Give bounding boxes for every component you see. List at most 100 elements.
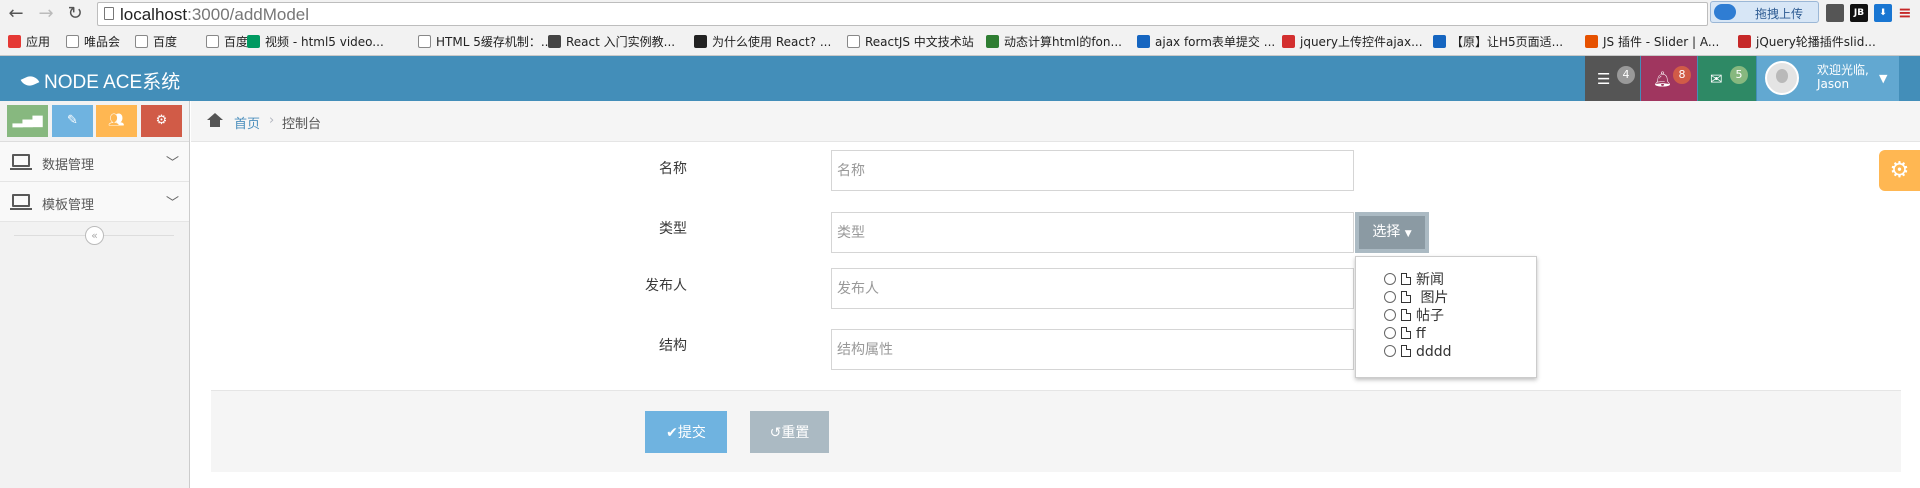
back-icon[interactable]: ←: [4, 2, 28, 26]
type-option-label: 新闻: [1416, 272, 1444, 288]
bookmark-item[interactable]: JS 插件 - Slider | A...: [1585, 33, 1719, 51]
brand-logo[interactable]: NODE ACE系统: [20, 67, 181, 94]
bookmark-item[interactable]: 百度: [206, 33, 248, 51]
user-menu-button[interactable]: 欢迎光临, Jason ▼: [1757, 56, 1899, 101]
settings-toggle-button[interactable]: ⚙: [1879, 150, 1920, 191]
extension-jb-label: JB: [1853, 8, 1865, 18]
choose-label: 选择: [1372, 224, 1401, 240]
sidebar-item-data-management[interactable]: 数据管理 ﹀: [0, 142, 189, 182]
bookmark-item[interactable]: React 入门实例教...: [548, 33, 675, 51]
caret-down-icon: ▼: [1404, 229, 1412, 239]
bookmark-item[interactable]: 为什么使用 React? ...: [694, 33, 831, 51]
brand-text: NODE ACE系统: [44, 72, 181, 93]
signal-button[interactable]: ▂▄▆: [7, 105, 48, 137]
bookmark-label: ajax form表单提交 ...: [1155, 35, 1276, 49]
bookmark-item[interactable]: 视频 - html5 video...: [247, 33, 384, 51]
url-text: localhost:3000/addModel: [120, 5, 309, 25]
reload-icon[interactable]: ↻: [63, 2, 87, 26]
submit-button[interactable]: ✔提交: [645, 411, 727, 453]
bookmark-item[interactable]: jQuery轮播插件slid...: [1738, 33, 1876, 51]
envelope-icon: ✉: [1710, 70, 1723, 88]
bookmark-label: jQuery轮播插件slid...: [1756, 35, 1876, 49]
signal-icon: ▂▄▆: [12, 113, 43, 128]
breadcrumb-home-link[interactable]: 首页: [234, 113, 260, 132]
tasks-button[interactable]: ☰ 4: [1585, 56, 1640, 101]
url-host: localhost: [120, 5, 188, 24]
bookmark-item[interactable]: HTML 5缓存机制：...: [418, 33, 552, 51]
laptop-icon: [10, 154, 32, 170]
bookmark-label: 【原】让H5页面适...: [1451, 35, 1564, 49]
type-input[interactable]: [832, 213, 1353, 252]
sidebar-item-template-management[interactable]: 模板管理 ﹀: [0, 182, 189, 222]
pencil-button[interactable]: ✎: [52, 105, 93, 137]
forward-icon[interactable]: →: [34, 2, 58, 26]
file-icon: [1401, 327, 1411, 339]
bookmark-favicon-icon: [135, 35, 148, 48]
url-path: :3000/addModel: [187, 5, 310, 24]
name-input[interactable]: [832, 151, 1353, 190]
cogs-button[interactable]: ⚙: [141, 105, 182, 137]
bookmark-label: 动态计算html的fon...: [1004, 35, 1122, 49]
browser-nav-row: ← → ↻ localhost:3000/addModel 拖拽上传 JB ⬇ …: [0, 0, 1920, 28]
bookmark-item[interactable]: ajax form表单提交 ...: [1137, 33, 1275, 51]
radio-icon[interactable]: [1384, 327, 1396, 339]
radio-icon[interactable]: [1384, 345, 1396, 357]
bookmark-favicon-icon: [206, 35, 219, 48]
radio-icon[interactable]: [1384, 309, 1396, 321]
browser-chrome: ← → ↻ localhost:3000/addModel 拖拽上传 JB ⬇ …: [0, 0, 1920, 56]
messages-badge: 5: [1730, 66, 1748, 84]
undo-icon: ↺: [769, 425, 782, 441]
type-dropdown-menu: 新闻 图片 帖子 ff dddd: [1355, 256, 1537, 378]
type-option[interactable]: dddd: [1384, 343, 1452, 361]
user-name: Jason: [1817, 77, 1850, 91]
page-icon: [104, 7, 114, 20]
users-icon: 👥︎: [108, 113, 125, 128]
bookmark-item[interactable]: 【原】让H5页面适...: [1433, 33, 1563, 51]
gear-icon: ⚙: [1889, 158, 1910, 183]
notifications-button[interactable]: 🔔︎ 8: [1641, 56, 1697, 101]
messages-button[interactable]: ✉ 5: [1698, 56, 1756, 101]
choose-type-button[interactable]: 选择 ▼: [1355, 212, 1429, 253]
publisher-input[interactable]: [832, 269, 1353, 308]
extension-grey-icon[interactable]: [1826, 4, 1844, 22]
radio-icon[interactable]: [1384, 291, 1396, 303]
type-option[interactable]: ff: [1384, 325, 1426, 343]
users-button[interactable]: 👥︎: [96, 105, 137, 137]
bookmark-label: 百度: [224, 35, 249, 49]
bell-icon: 🔔︎: [1653, 70, 1673, 88]
home-icon: [206, 113, 224, 129]
type-option[interactable]: 帖子: [1384, 307, 1444, 325]
apps-grid-icon: [8, 35, 21, 48]
menu-icon[interactable]: ≡: [1896, 4, 1914, 22]
bookmark-label: 应用: [26, 35, 51, 49]
bookmark-label: 百度: [153, 35, 178, 49]
bookmark-favicon-icon: [1137, 35, 1150, 48]
bookmark-item[interactable]: jquery上传控件ajax...: [1282, 33, 1423, 51]
structure-input[interactable]: [832, 330, 1353, 369]
type-option-label: 帖子: [1416, 308, 1444, 324]
address-bar[interactable]: localhost:3000/addModel: [97, 2, 1708, 26]
extension-pocket-icon[interactable]: ⬇: [1874, 4, 1892, 22]
bookmark-item[interactable]: 百度: [135, 33, 177, 51]
double-angle-left-icon[interactable]: «: [85, 226, 104, 245]
cogs-icon: ⚙: [155, 113, 168, 128]
app-navbar: NODE ACE系统 ☰ 4 🔔︎ 8 ✉ 5 欢迎光临, Jason ▼: [0, 56, 1920, 101]
main-content: 名称 类型 选择 ▼ 发布人 结构 新闻 图片帖子 ff dddd ✔提交 ↺重置: [191, 142, 1920, 488]
reset-button[interactable]: ↺重置: [750, 411, 829, 453]
radio-icon[interactable]: [1384, 273, 1396, 285]
cloud-icon: [1714, 4, 1736, 20]
scrollbar[interactable]: [1900, 56, 1920, 101]
bookmark-label: 唯品会: [84, 35, 121, 49]
drag-upload-button[interactable]: 拖拽上传: [1710, 1, 1819, 23]
extension-jb-icon[interactable]: JB: [1850, 4, 1868, 22]
bookmark-favicon-icon: [66, 35, 79, 48]
publisher-label: 发布人: [645, 278, 687, 294]
breadcrumb: 首页 › 控制台: [191, 101, 1920, 142]
bookmark-item[interactable]: 应用: [8, 33, 50, 51]
type-option-label: dddd: [1416, 344, 1452, 360]
bookmark-item[interactable]: ReactJS 中文技术站: [847, 33, 974, 51]
bookmark-item[interactable]: 唯品会: [66, 33, 120, 51]
type-option[interactable]: 新闻: [1384, 271, 1444, 289]
type-option[interactable]: 图片: [1384, 289, 1448, 307]
bookmark-item[interactable]: 动态计算html的fon...: [986, 33, 1122, 51]
